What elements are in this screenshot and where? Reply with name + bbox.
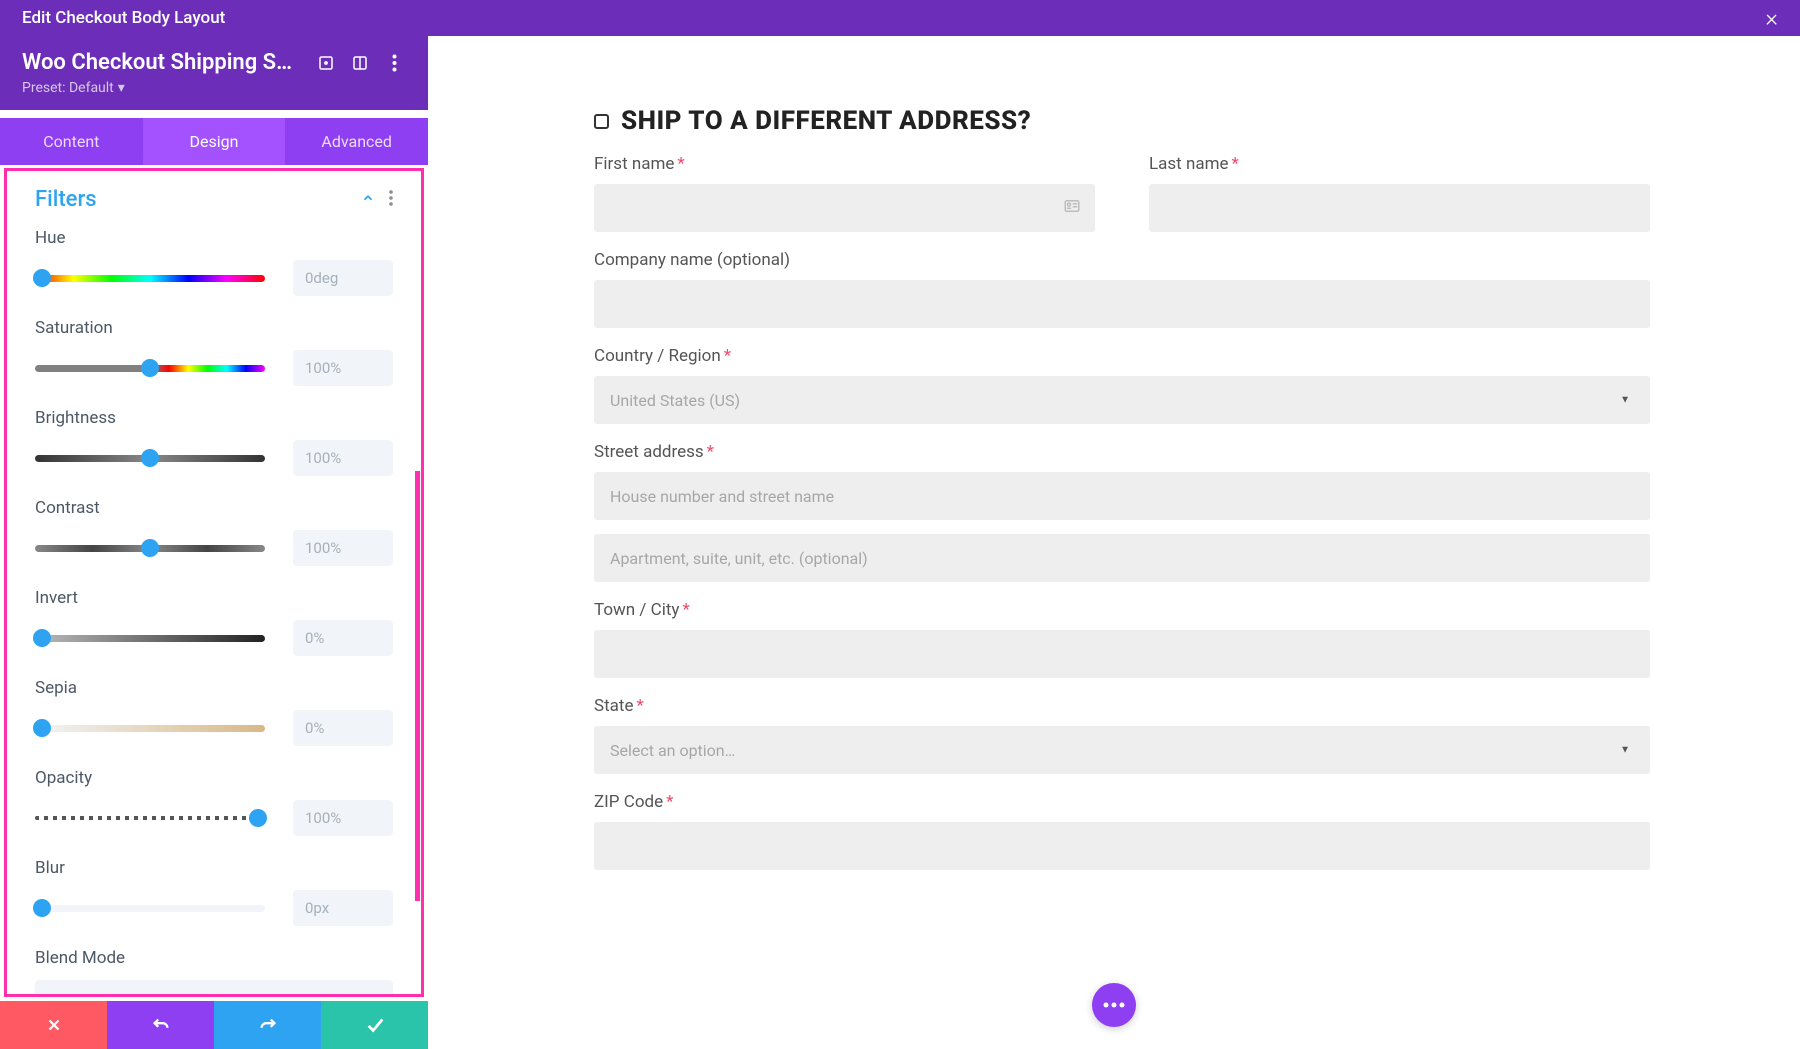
slider-thumb[interactable] — [141, 359, 159, 377]
value-sepia[interactable]: 0% — [293, 710, 393, 746]
autofill-icon — [1063, 197, 1081, 219]
chevron-down-icon: ▼ — [1620, 745, 1630, 756]
select-country[interactable]: United States (US) ▼ — [594, 376, 1650, 424]
section-kebab-icon[interactable] — [389, 190, 393, 210]
control-saturation: Saturation 100% — [35, 318, 393, 386]
save-button[interactable] — [321, 1001, 428, 1049]
select-state[interactable]: Select an option… ▼ — [594, 726, 1650, 774]
ship-different-checkbox[interactable] — [594, 114, 609, 129]
input-last-name[interactable] — [1149, 184, 1650, 232]
tab-content[interactable]: Content — [0, 118, 143, 165]
slider-hue[interactable] — [35, 275, 265, 282]
value-saturation[interactable]: 100% — [293, 350, 393, 386]
label-last-name: Last name* — [1149, 154, 1650, 174]
control-opacity: Opacity 100% — [35, 768, 393, 836]
value-blur[interactable]: 0px — [293, 890, 393, 926]
label-country: Country / Region* — [594, 346, 1650, 366]
settings-tabs: Content Design Advanced — [0, 118, 428, 165]
preset-selector[interactable]: Preset: Default ▾ — [22, 80, 406, 96]
slider-brightness[interactable] — [35, 455, 265, 462]
value-invert[interactable]: 0% — [293, 620, 393, 656]
select-arrows-icon: ▴▾ — [373, 993, 379, 997]
value-hue[interactable]: 0deg — [293, 260, 393, 296]
control-invert: Invert 0% — [35, 588, 393, 656]
slider-thumb[interactable] — [249, 809, 267, 827]
input-company[interactable] — [594, 280, 1650, 328]
slider-invert[interactable] — [35, 635, 265, 642]
slider-saturation[interactable] — [35, 365, 265, 372]
panel-toggle-icon[interactable] — [350, 53, 370, 73]
settings-panel: Woo Checkout Shipping Set... Preset: Def… — [0, 0, 428, 1049]
control-contrast: Contrast 100% — [35, 498, 393, 566]
control-brightness: Brightness 100% — [35, 408, 393, 476]
slider-contrast[interactable] — [35, 545, 265, 552]
input-street-1[interactable]: House number and street name — [594, 472, 1650, 520]
section-title-filters[interactable]: Filters — [35, 187, 97, 212]
label-company: Company name (optional) — [594, 250, 1650, 270]
close-icon[interactable]: × — [1765, 4, 1778, 32]
slider-thumb[interactable] — [141, 449, 159, 467]
blend-mode-select[interactable]: Normal ▴▾ — [35, 980, 393, 997]
label-city: Town / City* — [594, 600, 1650, 620]
collapse-icon[interactable] — [361, 190, 375, 209]
kebab-icon[interactable] — [384, 53, 404, 73]
slider-sepia[interactable] — [35, 725, 265, 732]
control-blend-mode: Blend Mode Normal ▴▾ — [35, 948, 393, 997]
module-name: Woo Checkout Shipping Set... — [22, 50, 302, 75]
slider-thumb[interactable] — [141, 539, 159, 557]
control-hue: Hue 0deg — [35, 228, 393, 296]
label-state: State* — [594, 696, 1650, 716]
value-opacity[interactable]: 100% — [293, 800, 393, 836]
input-zip[interactable] — [594, 822, 1650, 870]
slider-thumb[interactable] — [33, 719, 51, 737]
layout-title-bar: Edit Checkout Body Layout × — [0, 0, 1800, 36]
tab-advanced[interactable]: Advanced — [285, 118, 428, 165]
chevron-down-icon: ▾ — [118, 80, 125, 96]
ship-heading: Ship to a different address? — [621, 106, 1031, 136]
chevron-down-icon: ▼ — [1620, 395, 1630, 406]
slider-thumb[interactable] — [33, 629, 51, 647]
redo-button[interactable] — [214, 1001, 321, 1049]
input-street-2[interactable]: Apartment, suite, unit, etc. (optional) — [594, 534, 1650, 582]
fab-more-button[interactable] — [1092, 983, 1136, 1027]
label-first-name: First name* — [594, 154, 1095, 174]
tab-design[interactable]: Design — [143, 118, 286, 165]
input-city[interactable] — [594, 630, 1650, 678]
module-header: Woo Checkout Shipping Set... Preset: Def… — [0, 36, 428, 110]
slider-thumb[interactable] — [33, 269, 51, 287]
panel-footer — [0, 1001, 428, 1049]
control-blur: Blur 0px — [35, 858, 393, 926]
cancel-button[interactable] — [0, 1001, 107, 1049]
value-contrast[interactable]: 100% — [293, 530, 393, 566]
undo-button[interactable] — [107, 1001, 214, 1049]
preview-canvas: Ship to a different address? First name* — [428, 36, 1800, 1049]
slider-opacity[interactable] — [35, 816, 265, 820]
settings-body: Filters Hue 0deg — [4, 168, 424, 997]
slider-thumb[interactable] — [33, 899, 51, 917]
input-first-name[interactable] — [594, 184, 1095, 232]
expand-icon[interactable] — [316, 53, 336, 73]
control-sepia: Sepia 0% — [35, 678, 393, 746]
slider-blur[interactable] — [35, 905, 265, 912]
label-street: Street address* — [594, 442, 1650, 462]
value-brightness[interactable]: 100% — [293, 440, 393, 476]
scrollbar-indicator[interactable] — [415, 471, 420, 901]
label-zip: ZIP Code* — [594, 792, 1650, 812]
layout-title: Edit Checkout Body Layout — [22, 8, 225, 28]
